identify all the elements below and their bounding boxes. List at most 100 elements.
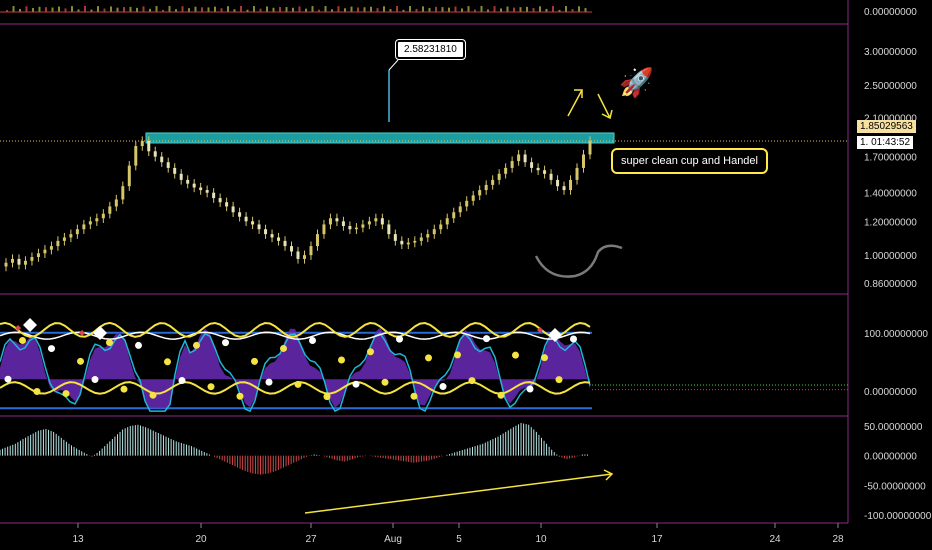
candle-body bbox=[205, 190, 209, 193]
candle-body bbox=[192, 183, 196, 188]
osc-dot bbox=[135, 341, 142, 349]
volume-bar bbox=[227, 6, 229, 12]
volume-bar bbox=[155, 6, 158, 12]
volume-bar bbox=[396, 6, 398, 12]
volume-bar bbox=[64, 8, 67, 12]
candle-body bbox=[367, 221, 371, 225]
volume-bar bbox=[454, 6, 457, 12]
candle-body bbox=[543, 170, 547, 174]
volume-bar bbox=[123, 7, 125, 12]
candle-body bbox=[23, 260, 27, 265]
volume-bar bbox=[298, 6, 301, 12]
osc-dot bbox=[294, 380, 302, 388]
osc-dot bbox=[425, 354, 432, 362]
price-ytick: 1.40000000 bbox=[864, 189, 917, 200]
candle-body bbox=[218, 198, 222, 203]
candle-body bbox=[439, 224, 443, 230]
volume-bar bbox=[428, 7, 431, 12]
volume-bar bbox=[584, 8, 587, 12]
volume-bar bbox=[201, 7, 203, 12]
callout-pointer bbox=[388, 59, 399, 71]
osc-dot bbox=[265, 378, 273, 386]
current-price-tag: 1.85029563 bbox=[857, 120, 916, 133]
osc-dot bbox=[91, 376, 99, 384]
candle-body bbox=[406, 242, 410, 245]
volume-bar bbox=[71, 6, 73, 12]
candle-body bbox=[270, 234, 274, 238]
volume-bar bbox=[32, 8, 34, 12]
candle-body bbox=[445, 218, 449, 225]
volume-bar bbox=[337, 6, 340, 12]
osc-dot bbox=[19, 336, 26, 344]
osc-dot bbox=[439, 383, 447, 391]
candle-body bbox=[413, 240, 417, 243]
candle-body bbox=[374, 218, 378, 222]
candle-body bbox=[426, 234, 430, 238]
price-ytick: 1.00000000 bbox=[864, 251, 917, 262]
xaxis-label: Aug bbox=[384, 534, 402, 545]
candle-body bbox=[504, 167, 508, 174]
osc-dot bbox=[164, 358, 171, 366]
volume-bar bbox=[376, 8, 379, 12]
candle-body bbox=[231, 206, 235, 213]
candle-body bbox=[400, 240, 404, 245]
osc-dot bbox=[236, 392, 244, 400]
candle-body bbox=[17, 258, 21, 265]
candle-body bbox=[199, 187, 203, 191]
candle-body bbox=[536, 167, 540, 171]
osc-dot bbox=[48, 345, 55, 353]
volume-bar bbox=[116, 7, 119, 12]
down-arrow bbox=[597, 93, 613, 120]
volume-bar bbox=[292, 7, 294, 12]
countdown-value: 01:43:52 bbox=[871, 137, 911, 148]
candle-body bbox=[95, 218, 99, 222]
volume-bar bbox=[136, 7, 138, 12]
volume-bar bbox=[513, 7, 515, 12]
candle-body bbox=[497, 173, 501, 180]
osc-ytick: 0.00000000 bbox=[864, 387, 917, 398]
osc-dot bbox=[120, 385, 128, 393]
candle-body bbox=[30, 257, 34, 261]
candle-body bbox=[302, 255, 306, 259]
resistance-zone bbox=[145, 132, 615, 144]
volume-bar bbox=[357, 7, 359, 12]
osc-dot bbox=[454, 351, 461, 359]
osc-dot bbox=[410, 392, 418, 400]
candle-body bbox=[296, 251, 300, 259]
osc-dot bbox=[4, 375, 12, 383]
osc-dot bbox=[222, 339, 229, 347]
volume-bar bbox=[103, 8, 106, 12]
osc-dot bbox=[396, 335, 403, 343]
candle-body bbox=[179, 173, 183, 180]
candle-body bbox=[186, 179, 190, 184]
volume-bar bbox=[480, 6, 483, 12]
osc-dot bbox=[483, 335, 490, 343]
cup-handle-sketch bbox=[534, 244, 623, 278]
candle-body bbox=[419, 237, 423, 241]
volume-bar bbox=[578, 6, 580, 12]
volume-bar bbox=[493, 6, 496, 12]
osc-diamond-marker bbox=[79, 330, 85, 336]
candle-body bbox=[387, 224, 391, 235]
volume-bar bbox=[58, 6, 60, 12]
osc-dot bbox=[381, 378, 389, 386]
volume-bar bbox=[526, 6, 528, 12]
candle-body bbox=[160, 156, 164, 163]
candle-body bbox=[517, 154, 521, 162]
osc-dot bbox=[309, 336, 316, 344]
candle-body bbox=[62, 237, 66, 241]
osc-dot bbox=[193, 341, 200, 349]
hist-ytick: -100.00000000 bbox=[864, 511, 932, 522]
candle-body bbox=[147, 140, 151, 152]
osc-dot bbox=[555, 376, 563, 384]
volume-bar bbox=[363, 7, 366, 12]
candle-body bbox=[478, 190, 482, 196]
price-ytick: 0.86000000 bbox=[864, 279, 917, 290]
candle-body bbox=[465, 200, 469, 207]
hist-ytick: 0.00000000 bbox=[864, 452, 917, 463]
volume-bar bbox=[350, 6, 353, 12]
candle-body bbox=[361, 224, 365, 228]
candle-body bbox=[43, 249, 47, 254]
candle-body bbox=[309, 246, 313, 256]
candle-body bbox=[56, 240, 60, 247]
